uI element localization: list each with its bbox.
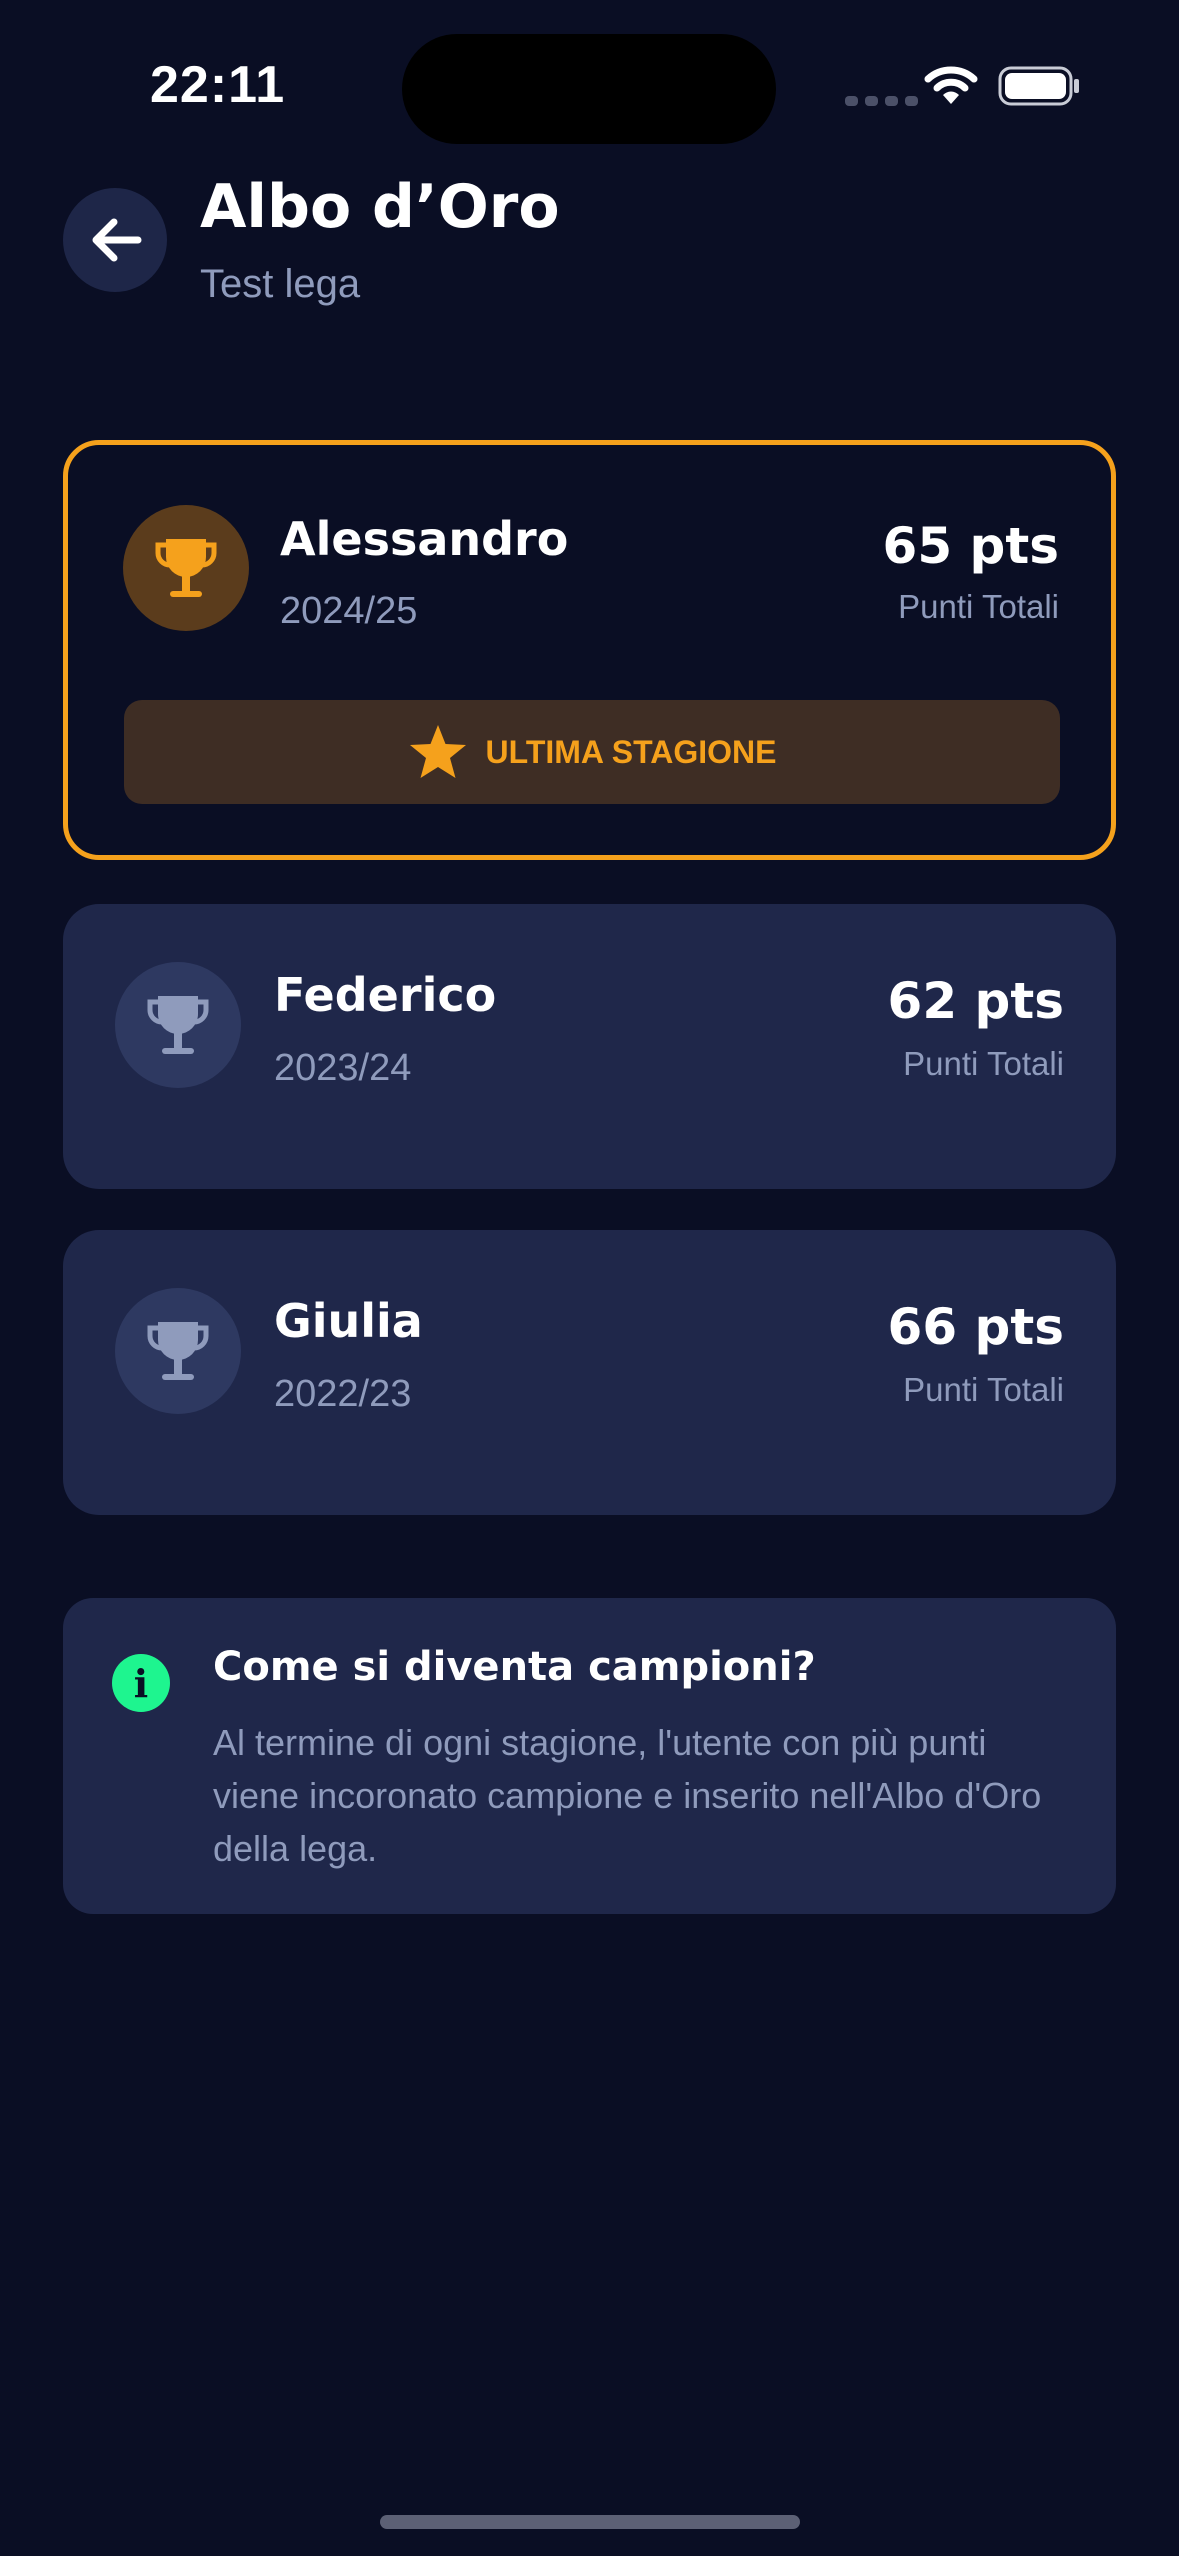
points-label: Punti Totali	[903, 1371, 1064, 1408]
trophy-icon	[147, 1322, 209, 1380]
back-button[interactable]	[63, 188, 167, 292]
info-text: Al termine di ogni stagione, l'utente co…	[213, 1722, 1042, 1869]
winner-season: 2023/24	[274, 1047, 412, 1089]
points-value: 65 pts	[882, 517, 1059, 575]
trophy-icon	[147, 996, 209, 1054]
champion-card-latest[interactable]: Alessandro 2024/25 65 pts Punti Totali U…	[63, 440, 1116, 860]
wifi-icon	[924, 66, 978, 104]
trophy-badge	[115, 962, 241, 1088]
winner-name: Federico	[274, 968, 497, 1022]
winner-season: 2024/25	[280, 590, 418, 632]
cellular-signal-icon	[845, 96, 918, 106]
winner-name: Giulia	[274, 1294, 423, 1348]
info-icon: i	[112, 1654, 170, 1712]
home-indicator[interactable]	[380, 2515, 800, 2529]
page-title: Albo d’Oro	[200, 172, 560, 242]
points-label: Punti Totali	[903, 1045, 1064, 1082]
points-label: Punti Totali	[898, 588, 1059, 625]
league-name: Test lega	[200, 262, 361, 306]
battery-icon	[998, 66, 1079, 106]
winner-name: Alessandro	[280, 512, 569, 566]
last-season-badge: ULTIMA STAGIONE	[124, 700, 1060, 804]
dynamic-island	[402, 34, 776, 144]
hall-of-fame-screen: 22:11 Albo d’Oro Test lega Alessandro 20…	[0, 0, 1179, 2556]
trophy-badge	[123, 505, 249, 631]
champion-card[interactable]: Federico 2023/24 62 pts Punti Totali	[63, 904, 1116, 1189]
points-value: 62 pts	[887, 972, 1064, 1030]
winner-season: 2022/23	[274, 1373, 412, 1415]
star-icon	[409, 725, 466, 778]
status-time: 22:11	[150, 56, 286, 114]
trophy-badge	[115, 1288, 241, 1414]
champion-card[interactable]: Giulia 2022/23 66 pts Punti Totali	[63, 1230, 1116, 1515]
info-card: i Come si diventa campioni? Al termine d…	[63, 1598, 1116, 1914]
points-value: 66 pts	[887, 1298, 1064, 1356]
arrow-left-icon	[92, 218, 142, 262]
info-title: Come si diventa campioni?	[213, 1644, 816, 1690]
last-season-label: ULTIMA STAGIONE	[485, 733, 777, 770]
trophy-icon	[155, 539, 217, 597]
